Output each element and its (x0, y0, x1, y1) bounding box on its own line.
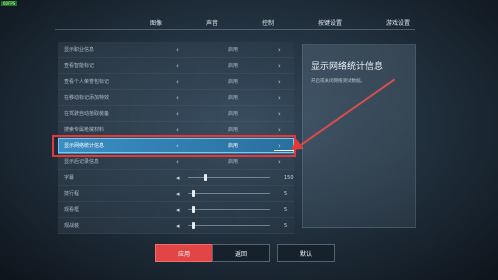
chevron-right-icon[interactable]: › (278, 110, 281, 118)
fps-counter: 60FPS (1, 1, 18, 6)
slider-row: 观战装 ◂ 5 (58, 218, 294, 234)
setting-label: 搜索专属枪械材料 (64, 127, 105, 133)
setting-value: 启用 (227, 127, 238, 133)
slider-label: 技行程 (64, 191, 80, 197)
chevron-right-icon[interactable]: › (278, 94, 281, 102)
slider-thumb[interactable] (192, 222, 196, 229)
chevron-left-icon[interactable]: ‹ (176, 78, 179, 86)
decrease-icon[interactable]: ◂ (176, 222, 180, 230)
setting-value: 启用 (227, 159, 238, 165)
tab-graphics[interactable]: 图像 (150, 18, 162, 27)
slider-thumb[interactable] (192, 190, 196, 197)
default-button[interactable]: 默认 (277, 244, 335, 262)
chevron-left-icon[interactable]: ‹ (176, 110, 179, 118)
highlight-frame (52, 135, 296, 157)
tab-keybindings[interactable]: 按键设置 (318, 18, 342, 27)
setting-label: 显示后记录信息 (64, 159, 100, 165)
slider-row: 技行程 ◂ 5 (58, 186, 294, 202)
setting-label: 在驾驶自动拾取装备 (64, 111, 110, 117)
chevron-left-icon[interactable]: ‹ (176, 126, 179, 134)
bottom-bar: 应用 返回 默认 (0, 244, 498, 262)
setting-label: 显示职业信息 (64, 47, 95, 53)
chevron-right-icon[interactable]: › (278, 62, 281, 70)
decrease-icon[interactable]: ◂ (176, 206, 180, 214)
slider-label: 观战装 (64, 223, 80, 229)
slider-track[interactable] (188, 225, 270, 226)
chevron-left-icon[interactable]: ‹ (176, 158, 179, 166)
setting-label: 在移动标记添加特效 (64, 95, 110, 101)
tab-sound[interactable]: 声音 (206, 18, 218, 27)
settings-tabs: 图像 声音 控制 按键设置 游戏设置 (150, 14, 410, 30)
slider-row: 字幕 ◂ 150 (58, 170, 294, 186)
chevron-right-icon[interactable]: › (278, 46, 281, 54)
chevron-left-icon[interactable]: ‹ (176, 62, 179, 70)
chevron-right-icon[interactable]: › (278, 78, 281, 86)
setting-value: 启用 (227, 47, 238, 53)
tab-divider (55, 29, 415, 30)
back-button[interactable]: 返回 (212, 244, 270, 262)
chevron-right-icon[interactable]: › (278, 158, 281, 166)
slider-value: 5 (284, 206, 288, 213)
setting-row[interactable]: 查看智能标记 ‹ 启用 › (58, 58, 294, 74)
setting-label: 查看智能标记 (64, 63, 95, 69)
slider-track[interactable] (188, 193, 270, 194)
setting-row[interactable]: 显示职业信息 ‹ 启用 › (58, 42, 294, 58)
slider-row: 观看框 ◂ 5 (58, 202, 294, 218)
decrease-icon[interactable]: ◂ (176, 190, 180, 198)
slider-label: 观看框 (64, 207, 80, 213)
setting-row[interactable]: 在移动标记添加特效 ‹ 启用 › (58, 90, 294, 106)
slider-label: 字幕 (64, 175, 75, 181)
setting-row[interactable]: 在驾驶自动拾取装备 ‹ 启用 › (58, 106, 294, 122)
slider-track[interactable] (188, 177, 270, 178)
chevron-right-icon[interactable]: › (278, 126, 281, 134)
slider-value: 5 (284, 222, 288, 229)
slider-thumb[interactable] (192, 206, 196, 213)
slider-thumb[interactable] (204, 174, 208, 181)
setting-value: 启用 (227, 95, 238, 101)
chevron-left-icon[interactable]: ‹ (176, 94, 179, 102)
tab-game-settings[interactable]: 游戏设置 (386, 18, 410, 27)
tab-controls[interactable]: 控制 (262, 18, 274, 27)
apply-button[interactable]: 应用 (155, 244, 213, 262)
setting-value: 启用 (227, 79, 238, 85)
description-panel: 显示网络统计信息 开启或关闭网络测试数据。 (302, 44, 416, 228)
description-text: 开启或关闭网络测试数据。 (311, 79, 365, 84)
chevron-left-icon[interactable]: ‹ (176, 46, 179, 54)
slider-value: 5 (284, 190, 288, 197)
setting-value: 启用 (227, 111, 238, 117)
description-title: 显示网络统计信息 (311, 62, 384, 72)
setting-row[interactable]: 查看个人荣誉包标记 ‹ 启用 › (58, 74, 294, 90)
setting-value: 启用 (227, 63, 238, 69)
slider-value: 150 (284, 174, 294, 181)
decrease-icon[interactable]: ◂ (176, 174, 180, 182)
slider-track[interactable] (188, 209, 270, 210)
setting-label: 查看个人荣誉包标记 (64, 79, 110, 85)
